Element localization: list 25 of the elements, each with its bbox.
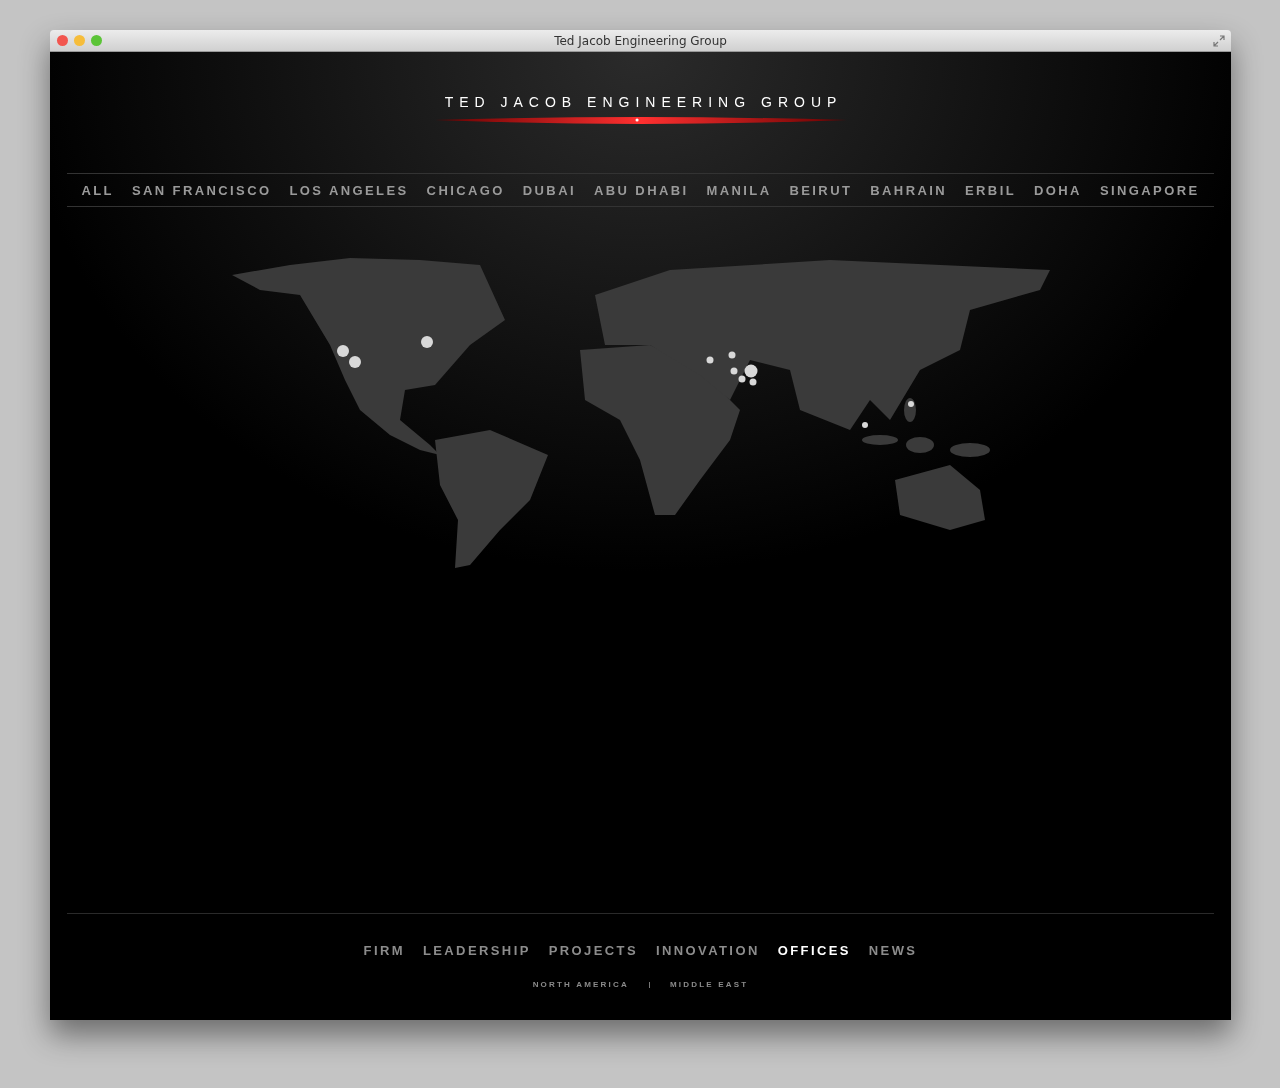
nav-link[interactable]: INNOVATION	[656, 943, 760, 958]
nav-link[interactable]: FIRM	[363, 943, 405, 958]
office-filter-link[interactable]: CHICAGO	[426, 182, 505, 198]
office-filter-link[interactable]: ALL	[81, 182, 114, 198]
office-filter-link[interactable]: BEIRUT	[789, 182, 853, 198]
office-filter-link[interactable]: ABU DHABI	[593, 182, 689, 198]
region-link[interactable]: NORTH AMERICA	[532, 980, 629, 989]
office-filter-link[interactable]: LOS ANGELES	[289, 182, 409, 198]
office-filter-link[interactable]: MANILA	[706, 182, 772, 198]
window-title: Ted Jacob Engineering Group	[554, 33, 727, 48]
zoom-icon[interactable]	[91, 35, 102, 46]
close-icon[interactable]	[57, 35, 68, 46]
office-filter-link[interactable]: DOHA	[1034, 182, 1082, 198]
nav-link[interactable]: LEADERSHIP	[422, 943, 531, 958]
office-filter-link[interactable]: BAHRAIN	[870, 182, 947, 198]
nav-link[interactable]: PROJECTS	[548, 943, 638, 958]
office-filter-link[interactable]: SINGAPORE	[1099, 182, 1200, 198]
office-filter-link[interactable]: DUBAI	[522, 182, 576, 198]
logo-text[interactable]: TED JACOB ENGINEERING GROUP	[444, 94, 843, 110]
fullscreen-icon[interactable]	[1213, 34, 1225, 47]
region-link[interactable]: MIDDLE EAST	[669, 980, 749, 989]
nav-link[interactable]: NEWS	[868, 943, 918, 958]
office-filter-link[interactable]: ERBIL	[965, 182, 1016, 198]
office-filter-link[interactable]: SAN FRANCISCO	[131, 182, 272, 198]
nav-link[interactable]: OFFICES	[777, 943, 851, 958]
